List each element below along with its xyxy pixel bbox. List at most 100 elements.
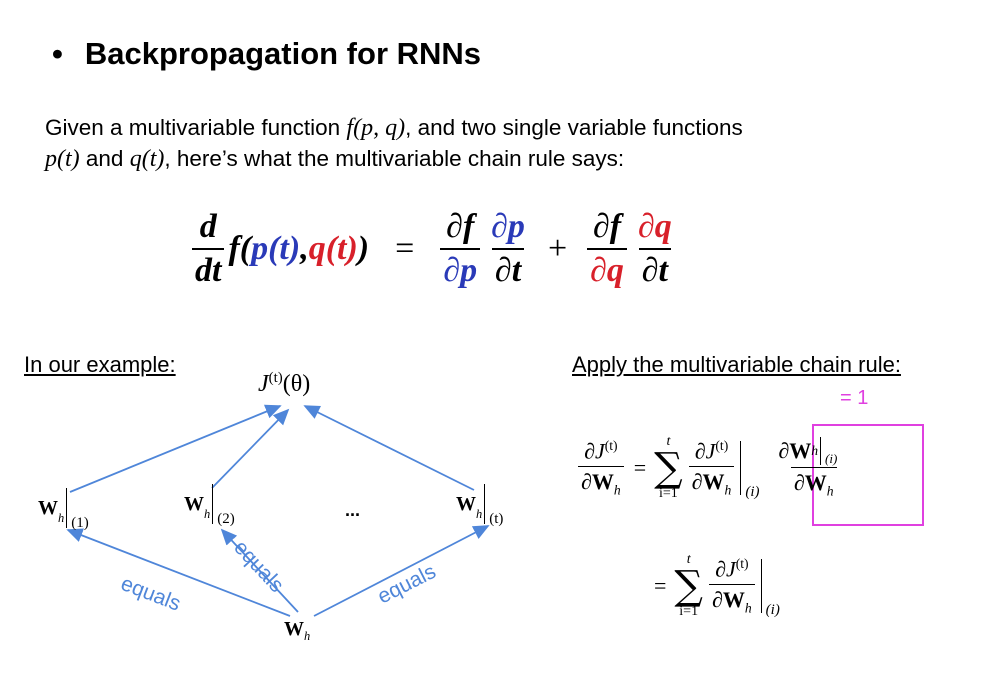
dWh-i-dWh-fraction: ∂ Wh (i) ∂Wh bbox=[775, 436, 852, 499]
eval-index: (i) bbox=[745, 484, 760, 500]
dJ-numerator: ∂J(t) bbox=[581, 438, 621, 466]
eval-bar-i: (i) bbox=[740, 441, 775, 500]
summation: t ∑ i=1 bbox=[674, 552, 703, 620]
h-sub: h bbox=[613, 482, 621, 498]
eval-index: (i) bbox=[825, 450, 838, 466]
h-sub: h bbox=[724, 482, 732, 498]
eval-bar-i: (i) bbox=[760, 559, 796, 618]
dWh-denominator: ∂Wh bbox=[708, 583, 755, 616]
partial-p-num-blue: ∂p bbox=[491, 208, 525, 245]
dWh-denominator: ∂Wh bbox=[578, 465, 624, 498]
node-index: (1) bbox=[71, 515, 89, 531]
node-h: h bbox=[58, 511, 65, 525]
dWh-i-numerator: ∂ Wh (i) bbox=[775, 436, 852, 467]
partial-t-2: ∂t bbox=[638, 248, 671, 290]
equals-sign: = bbox=[633, 455, 647, 480]
dWh-denominator: ∂Wh bbox=[790, 466, 837, 499]
chain-rule-equation: d dt f(p(t), q(t)) = ∂f ∂p ∂p ∂t + ∂f ∂q… bbox=[188, 208, 679, 290]
eval-bar: (t) bbox=[484, 484, 515, 527]
J-sym: J bbox=[725, 555, 736, 581]
close-paren: ) bbox=[357, 230, 370, 267]
partial-f: ∂f bbox=[446, 208, 475, 245]
partial-sym: ∂ bbox=[793, 469, 805, 495]
left-panel-heading: In our example: bbox=[24, 352, 176, 377]
partial-p-num: ∂p bbox=[488, 208, 528, 248]
h-sub: h bbox=[744, 600, 752, 616]
partial-t: ∂t bbox=[491, 248, 525, 290]
dJ-numerator: ∂J(t) bbox=[692, 438, 732, 466]
node-h: h bbox=[476, 507, 483, 521]
partial-q-num-red: ∂q bbox=[637, 208, 672, 245]
W-sym: W bbox=[722, 586, 745, 612]
sum-lower: i=1 bbox=[679, 604, 699, 619]
W-sym: W bbox=[591, 468, 614, 494]
eval-index: (i) bbox=[765, 602, 780, 618]
f-open: f( bbox=[228, 230, 252, 267]
plus-sign: + bbox=[547, 230, 568, 267]
dJ-numerator: ∂J(t) bbox=[712, 556, 752, 584]
arrow-w1-to-J bbox=[69, 404, 282, 493]
bottom-h: h bbox=[304, 629, 311, 643]
node-h: h bbox=[204, 507, 211, 521]
partial-q-red: ∂q bbox=[590, 252, 624, 289]
equals-one-annotation: = 1 bbox=[840, 387, 869, 409]
dJ-dWh-i-fraction: ∂J(t) ∂Wh bbox=[688, 438, 735, 499]
arrow-wh-to-wt bbox=[313, 525, 490, 617]
and-word: and bbox=[79, 146, 130, 171]
dt-denominator: dt bbox=[192, 248, 225, 290]
intro-text-b: , and two single variable functions bbox=[405, 115, 743, 140]
intro-text-a: Given a multivariable function bbox=[45, 115, 347, 140]
f-of-pq: f(p, q) bbox=[346, 115, 406, 141]
partial-sym: ∂ bbox=[711, 586, 723, 612]
partial-p-den: ∂p bbox=[440, 248, 481, 290]
bullet-glyph: • bbox=[52, 36, 63, 71]
p-of-t-blue: p(t) bbox=[251, 230, 301, 267]
J-sup: (t) bbox=[735, 555, 749, 571]
node-index: (2) bbox=[217, 511, 235, 527]
equals-sign: = bbox=[395, 230, 415, 267]
dq-dt-fraction: ∂q ∂t bbox=[635, 208, 675, 290]
dp-dt-fraction: ∂p ∂t bbox=[488, 208, 528, 290]
arrow-wt-to-J bbox=[303, 405, 475, 491]
bottom-node-wh: Wh bbox=[284, 618, 310, 644]
node-wh-2: Wh (2) bbox=[184, 484, 243, 527]
df-dq-fraction: ∂f ∂q bbox=[587, 208, 627, 290]
J-sup: (t) bbox=[604, 437, 618, 453]
node-index: (t) bbox=[489, 511, 504, 527]
q-of-t: q(t) bbox=[129, 146, 165, 172]
node-wh-1: Wh (1) bbox=[38, 488, 97, 531]
arrow-w2-to-J bbox=[211, 408, 290, 489]
h-sub: h bbox=[811, 442, 819, 458]
d-numerator: d bbox=[199, 208, 217, 245]
partial-sym: ∂ bbox=[778, 437, 790, 463]
ellipsis: ... bbox=[345, 500, 361, 520]
partial-sym: ∂ bbox=[584, 437, 595, 463]
equals-sign: = bbox=[654, 573, 667, 598]
h-sub: h bbox=[826, 483, 834, 499]
sigma-glyph: ∑ bbox=[654, 445, 683, 491]
partial-sym: ∂ bbox=[581, 468, 592, 494]
q-of-t-red: q(t) bbox=[308, 230, 358, 267]
J-sym: J bbox=[594, 437, 605, 463]
dWh-denominator: ∂Wh bbox=[688, 465, 735, 498]
intro-line-1: Given a multivariable function f(p, q), … bbox=[45, 115, 743, 142]
W-sym: W bbox=[789, 437, 812, 463]
eval-bar: (1) bbox=[66, 488, 97, 531]
node-W: W bbox=[38, 496, 58, 519]
intro-text-c: , here’s what the multivariable chain ru… bbox=[164, 146, 625, 171]
df-dp-fraction: ∂f ∂p bbox=[440, 208, 481, 290]
gradient-line-1: ∂J(t) ∂Wh = t ∑ i=1 ∂J(t) ∂Wh (i) ∂ Wh (i)… bbox=[574, 434, 856, 502]
J-sym: J bbox=[705, 437, 716, 463]
sigma-glyph: ∑ bbox=[674, 563, 703, 609]
gradient-line-2: = t ∑ i=1 ∂J(t) ∂Wh (i) bbox=[648, 552, 796, 620]
bottom-W: W bbox=[284, 618, 304, 640]
J-sup: (t) bbox=[715, 437, 729, 453]
partial-q-den: ∂q bbox=[587, 248, 627, 290]
intro-line-2: p(t) and q(t), here’s what the multivari… bbox=[45, 146, 624, 173]
comma: , bbox=[300, 230, 309, 267]
right-panel-heading: Apply the multivariable chain rule: bbox=[572, 352, 901, 377]
eval-bar: (2) bbox=[212, 484, 243, 527]
partial-sym: ∂ bbox=[691, 468, 703, 494]
p-of-t: p(t) bbox=[45, 146, 80, 172]
partial-sym: ∂ bbox=[694, 437, 706, 463]
